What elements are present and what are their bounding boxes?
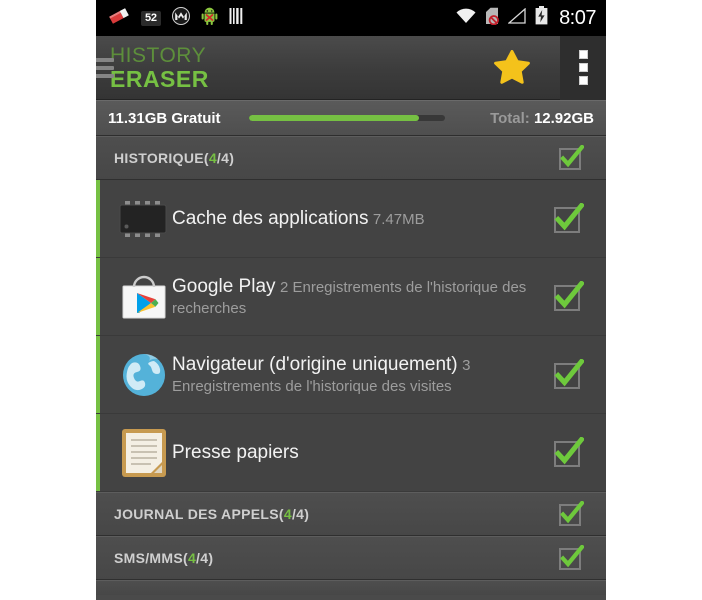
section-header-label: HISTORIQUE(4/4): [114, 150, 234, 166]
section-checkbox[interactable]: [558, 501, 584, 527]
bottom-partial-section-header[interactable]: [96, 580, 606, 595]
list-item[interactable]: Navigateur (d'origine uniquement) 3 Enre…: [96, 336, 606, 414]
item-checkbox[interactable]: [552, 202, 584, 235]
hamburger-icon[interactable]: [96, 58, 114, 82]
globe-icon: [123, 353, 165, 396]
storage-free-label: 11.31GB Gratuit: [108, 109, 221, 127]
chip-icon: [116, 199, 172, 239]
item-accent-bar: [96, 414, 100, 491]
item-checkbox[interactable]: [552, 280, 584, 313]
item-accent-bar: [96, 180, 100, 257]
storage-progress-fill: [248, 115, 420, 121]
item-title: Cache des applications: [172, 207, 369, 229]
battery-charging-icon: [535, 6, 548, 30]
notification-count-badge: 52: [141, 10, 161, 26]
category-list: HISTORIQUE(4/4) Cache des applications 7…: [96, 136, 606, 580]
section-title-prefix: SMS/MMS(: [114, 550, 188, 566]
section-title-prefix: HISTORIQUE(: [114, 150, 209, 166]
motorola-logo-icon: [171, 6, 190, 30]
item-checkbox[interactable]: [552, 436, 584, 469]
item-text: Cache des applications 7.47MB: [172, 207, 552, 231]
google-play-icon: [116, 272, 172, 322]
item-title: Presse papiers: [172, 441, 299, 463]
item-accent-bar: [96, 258, 100, 335]
check-icon: [560, 501, 584, 524]
list-item[interactable]: Google Play 2 Enregistrements de l'histo…: [96, 258, 606, 336]
app-title-line2: ERASER: [110, 65, 209, 92]
list-item[interactable]: Presse papiers: [96, 414, 606, 492]
status-bar: 52 8:07: [96, 0, 606, 36]
section-title-count: 4: [208, 150, 217, 166]
clipboard-icon: [122, 428, 166, 477]
overflow-dot: [578, 50, 588, 59]
section-title-suffix: /4): [196, 550, 214, 566]
signal-icon: [507, 7, 526, 29]
storage-total-value: 12.92GB: [533, 109, 594, 127]
star-icon[interactable]: [490, 46, 534, 90]
check-icon: [554, 280, 584, 308]
check-icon: [554, 436, 584, 464]
status-bar-right-icons: 8:07: [456, 6, 596, 30]
check-icon: [560, 545, 584, 568]
item-text: Presse papiers: [172, 441, 552, 465]
status-bar-clock: 8:07: [559, 6, 596, 29]
app-title: HISTORY ERASER: [110, 45, 209, 91]
phone-screen: 52 8:07 HISTORY ERASER 11.31GB Gratuit T…: [96, 0, 606, 600]
item-title: Navigateur (d'origine uniquement): [172, 353, 458, 375]
clipboard-icon: [116, 428, 172, 478]
barcode-icon: [229, 7, 243, 30]
section-title-suffix: /4): [291, 506, 310, 522]
item-text: Navigateur (d'origine uniquement) 3 Enre…: [172, 353, 552, 397]
section-checkbox[interactable]: [558, 545, 584, 571]
chip-icon: [119, 200, 167, 237]
section-header-label: JOURNAL DES APPELS(4/4): [114, 506, 309, 522]
wifi-icon: [456, 8, 476, 29]
section-title-count: 4: [283, 506, 292, 522]
list-item[interactable]: Cache des applications 7.47MB: [96, 180, 606, 258]
check-icon: [554, 202, 584, 230]
status-bar-left-icons: 52: [108, 6, 243, 30]
section-header-label: SMS/MMS(4/4): [114, 550, 213, 566]
item-subtitle: 7.47MB: [372, 210, 425, 228]
section-header-historique[interactable]: HISTORIQUE(4/4): [96, 136, 606, 180]
sdcard-removed-icon: [485, 7, 499, 30]
app-title-line1: HISTORY: [110, 43, 207, 67]
section-title-count: 4: [187, 550, 197, 566]
storage-bar: 11.31GB Gratuit Total: 12.92GB: [96, 100, 606, 136]
section-header-sms-mms[interactable]: SMS/MMS(4/4): [96, 536, 606, 580]
item-text: Google Play 2 Enregistrements de l'histo…: [172, 275, 552, 319]
section-header-journal-des-appels[interactable]: JOURNAL DES APPELS(4/4): [96, 492, 606, 536]
hamburger-bar: [96, 74, 114, 78]
app-bar: HISTORY ERASER: [96, 35, 606, 100]
section-checkbox[interactable]: [558, 145, 584, 171]
hamburger-bar: [96, 58, 114, 62]
android-robot-error-icon: [201, 7, 218, 30]
check-icon: [560, 145, 584, 168]
item-accent-bar: [96, 336, 100, 413]
storage-total-label: Total:: [490, 109, 530, 127]
section-title-prefix: JOURNAL DES APPELS(: [114, 506, 284, 522]
check-icon: [554, 358, 584, 386]
eraser-icon: [108, 7, 130, 30]
google-play-icon: [122, 275, 166, 318]
section-title-suffix: /4): [216, 150, 235, 166]
item-title: Google Play: [172, 275, 276, 297]
overflow-menu-icon[interactable]: [560, 35, 606, 100]
globe-icon: [116, 351, 172, 399]
storage-progress-bar: [248, 115, 445, 121]
overflow-dot: [578, 63, 588, 72]
hamburger-bar: [96, 66, 114, 70]
overflow-dot: [578, 76, 588, 85]
storage-total: Total: 12.92GB: [490, 110, 594, 127]
item-checkbox[interactable]: [552, 358, 584, 391]
